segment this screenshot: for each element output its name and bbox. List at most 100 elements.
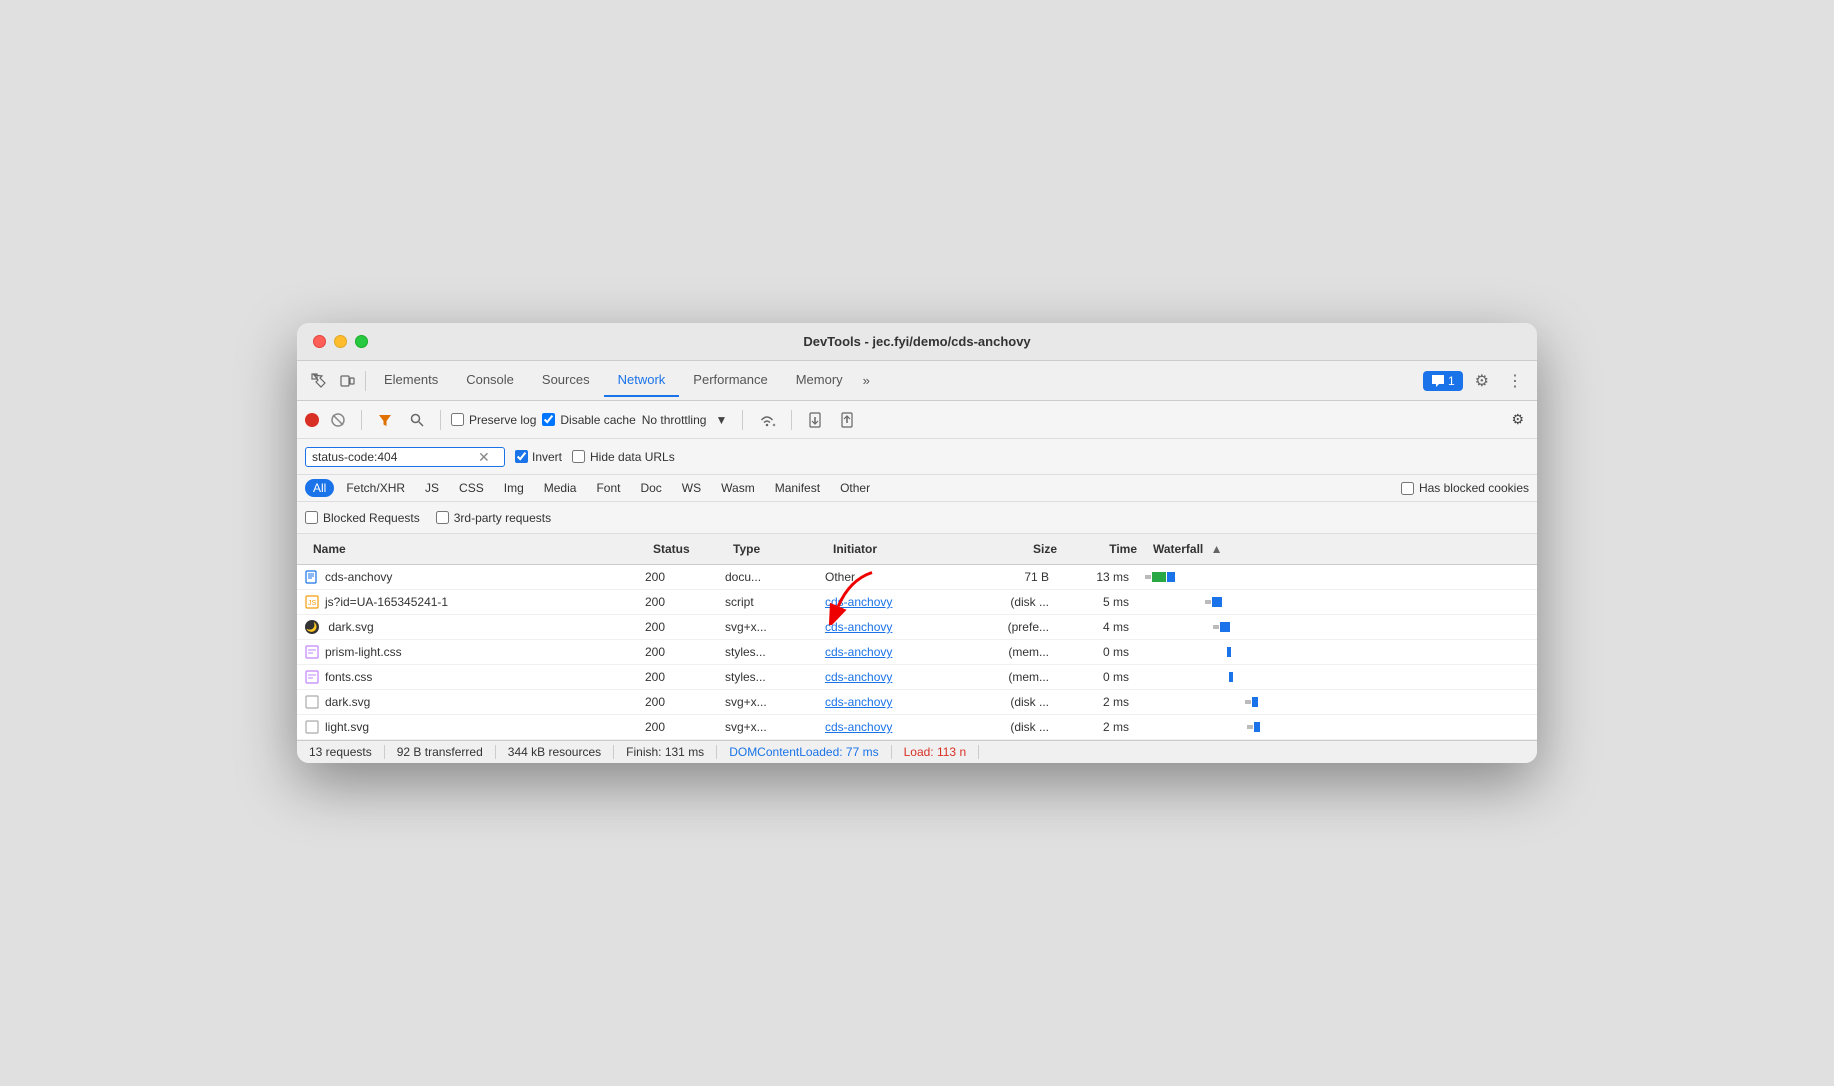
table-row[interactable]: fonts.css 200 styles... cds-anchovy (mem… xyxy=(297,665,1537,690)
filter-tag-media[interactable]: Media xyxy=(536,479,585,497)
load-time: Load: 113 n xyxy=(892,745,980,759)
cell-time: 2 ms xyxy=(1057,690,1137,714)
col-header-waterfall[interactable]: Waterfall ▲ xyxy=(1145,538,1509,560)
third-party-label[interactable]: 3rd-party requests xyxy=(436,511,551,525)
tab-sources[interactable]: Sources xyxy=(528,364,604,397)
chat-button[interactable]: 1 xyxy=(1423,371,1463,391)
throttle-dropdown[interactable]: ▼ xyxy=(710,410,732,430)
cell-initiator: cds-anchovy xyxy=(817,615,977,639)
filter-tag-all[interactable]: All xyxy=(305,479,334,497)
tab-elements[interactable]: Elements xyxy=(370,364,452,397)
blocked-requests-label[interactable]: Blocked Requests xyxy=(305,511,420,525)
table-row[interactable]: JS js?id=UA-165345241-1 200 script cds-a… xyxy=(297,590,1537,615)
export-har-button[interactable] xyxy=(834,409,860,431)
network-toolbar: Preserve log Disable cache No throttling… xyxy=(297,401,1537,439)
filter-button[interactable] xyxy=(372,409,398,431)
tab-memory[interactable]: Memory xyxy=(782,364,857,397)
cell-type: svg+x... xyxy=(717,690,817,714)
settings-button[interactable]: ⚙ xyxy=(1469,367,1495,395)
maximize-button[interactable] xyxy=(355,335,368,348)
table-row[interactable]: dark.svg 200 svg+x... cds-anchovy (disk … xyxy=(297,690,1537,715)
col-header-initiator[interactable]: Initiator xyxy=(825,538,985,560)
table-row[interactable]: cds-anchovy 200 docu... Other 71 B 13 ms xyxy=(297,565,1537,590)
invert-label[interactable]: Invert xyxy=(515,450,562,464)
table-body: cds-anchovy 200 docu... Other 71 B 13 ms xyxy=(297,565,1537,740)
tab-console[interactable]: Console xyxy=(452,364,528,397)
table-row[interactable]: light.svg 200 svg+x... cds-anchovy (disk… xyxy=(297,715,1537,740)
record-button[interactable] xyxy=(305,413,319,427)
cell-time: 5 ms xyxy=(1057,590,1137,614)
clear-filter-button[interactable]: ✕ xyxy=(476,450,492,464)
svg-text:JS: JS xyxy=(308,600,317,607)
has-blocked-cookies-checkbox[interactable] xyxy=(1401,482,1414,495)
css-icon-2 xyxy=(305,670,319,684)
blocked-requests-checkbox[interactable] xyxy=(305,511,318,524)
title-bar: DevTools - jec.fyi/demo/cds-anchovy xyxy=(297,323,1537,361)
filter-tag-js[interactable]: JS xyxy=(417,479,447,497)
clear-button[interactable] xyxy=(325,409,351,431)
col-header-status[interactable]: Status xyxy=(645,538,725,560)
hide-data-urls-label[interactable]: Hide data URLs xyxy=(572,450,675,464)
cell-name: JS js?id=UA-165345241-1 xyxy=(297,590,637,614)
filter-tag-ws[interactable]: WS xyxy=(674,479,709,497)
initiator-link[interactable]: cds-anchovy xyxy=(825,645,892,659)
cell-waterfall xyxy=(1137,615,1537,639)
resources: 344 kB resources xyxy=(496,745,614,759)
cell-waterfall xyxy=(1137,590,1537,614)
filter-tag-doc[interactable]: Doc xyxy=(632,479,669,497)
toolbar-divider-2 xyxy=(440,410,441,430)
moon-icon: 🌙 xyxy=(305,620,319,634)
table-row[interactable]: prism-light.css 200 styles... cds-anchov… xyxy=(297,640,1537,665)
more-options-button[interactable]: ⋮ xyxy=(1501,367,1529,395)
has-blocked-cookies-label[interactable]: Has blocked cookies xyxy=(1401,481,1529,495)
col-header-type[interactable]: Type xyxy=(725,538,825,560)
cell-name: prism-light.css xyxy=(297,640,637,664)
initiator-link[interactable]: cds-anchovy xyxy=(825,670,892,684)
toolbar-divider-3 xyxy=(742,410,743,430)
device-toolbar-button[interactable] xyxy=(333,369,361,393)
tab-network[interactable]: Network xyxy=(604,364,680,397)
filter-tag-font[interactable]: Font xyxy=(588,479,628,497)
filter-tags-row: All Fetch/XHR JS CSS Img Media Font Doc … xyxy=(297,475,1537,502)
preserve-log-checkbox[interactable] xyxy=(451,413,464,426)
inspect-element-button[interactable] xyxy=(305,369,333,393)
wifi-settings-button[interactable] xyxy=(753,410,781,430)
col-header-time[interactable]: Time xyxy=(1065,538,1145,560)
cell-name: fonts.css xyxy=(297,665,637,689)
filter-tag-other[interactable]: Other xyxy=(832,479,878,497)
network-settings-button[interactable]: ⚙ xyxy=(1506,408,1529,431)
filter-tag-css[interactable]: CSS xyxy=(451,479,492,497)
minimize-button[interactable] xyxy=(334,335,347,348)
preserve-log-label[interactable]: Preserve log xyxy=(451,413,536,427)
disable-cache-label[interactable]: Disable cache xyxy=(542,413,635,427)
filter-input[interactable] xyxy=(312,450,472,464)
filter-tag-img[interactable]: Img xyxy=(496,479,532,497)
invert-checkbox[interactable] xyxy=(515,450,528,463)
filter-tag-wasm[interactable]: Wasm xyxy=(713,479,763,497)
hide-data-urls-checkbox[interactable] xyxy=(572,450,585,463)
devtools-window: DevTools - jec.fyi/demo/cds-anchovy Elem… xyxy=(297,323,1537,763)
status-bar: 13 requests 92 B transferred 344 kB reso… xyxy=(297,740,1537,763)
search-button[interactable] xyxy=(404,409,430,431)
cell-initiator: cds-anchovy xyxy=(817,640,977,664)
initiator-link[interactable]: cds-anchovy xyxy=(825,695,892,709)
initiator-link[interactable]: cds-anchovy xyxy=(825,720,892,734)
cell-status: 200 xyxy=(637,665,717,689)
close-button[interactable] xyxy=(313,335,326,348)
col-header-size[interactable]: Size xyxy=(985,538,1065,560)
initiator-link[interactable]: cds-anchovy xyxy=(825,595,892,609)
cell-waterfall xyxy=(1137,715,1537,739)
filter-row: ✕ Invert Hide data URLs xyxy=(297,439,1537,475)
cell-name: 🌙 dark.svg xyxy=(297,615,637,639)
import-har-button[interactable] xyxy=(802,409,828,431)
filter-tag-manifest[interactable]: Manifest xyxy=(767,479,828,497)
initiator-link[interactable]: cds-anchovy xyxy=(825,620,892,634)
third-party-checkbox[interactable] xyxy=(436,511,449,524)
col-header-name[interactable]: Name xyxy=(305,538,645,560)
filter-tag-fetch-xhr[interactable]: Fetch/XHR xyxy=(338,479,413,497)
more-tabs-button[interactable]: » xyxy=(857,369,876,392)
cell-waterfall xyxy=(1137,565,1537,589)
tab-performance[interactable]: Performance xyxy=(679,364,781,397)
table-row[interactable]: 🌙 dark.svg 200 svg+x... cds-anchovy (pre… xyxy=(297,615,1537,640)
disable-cache-checkbox[interactable] xyxy=(542,413,555,426)
